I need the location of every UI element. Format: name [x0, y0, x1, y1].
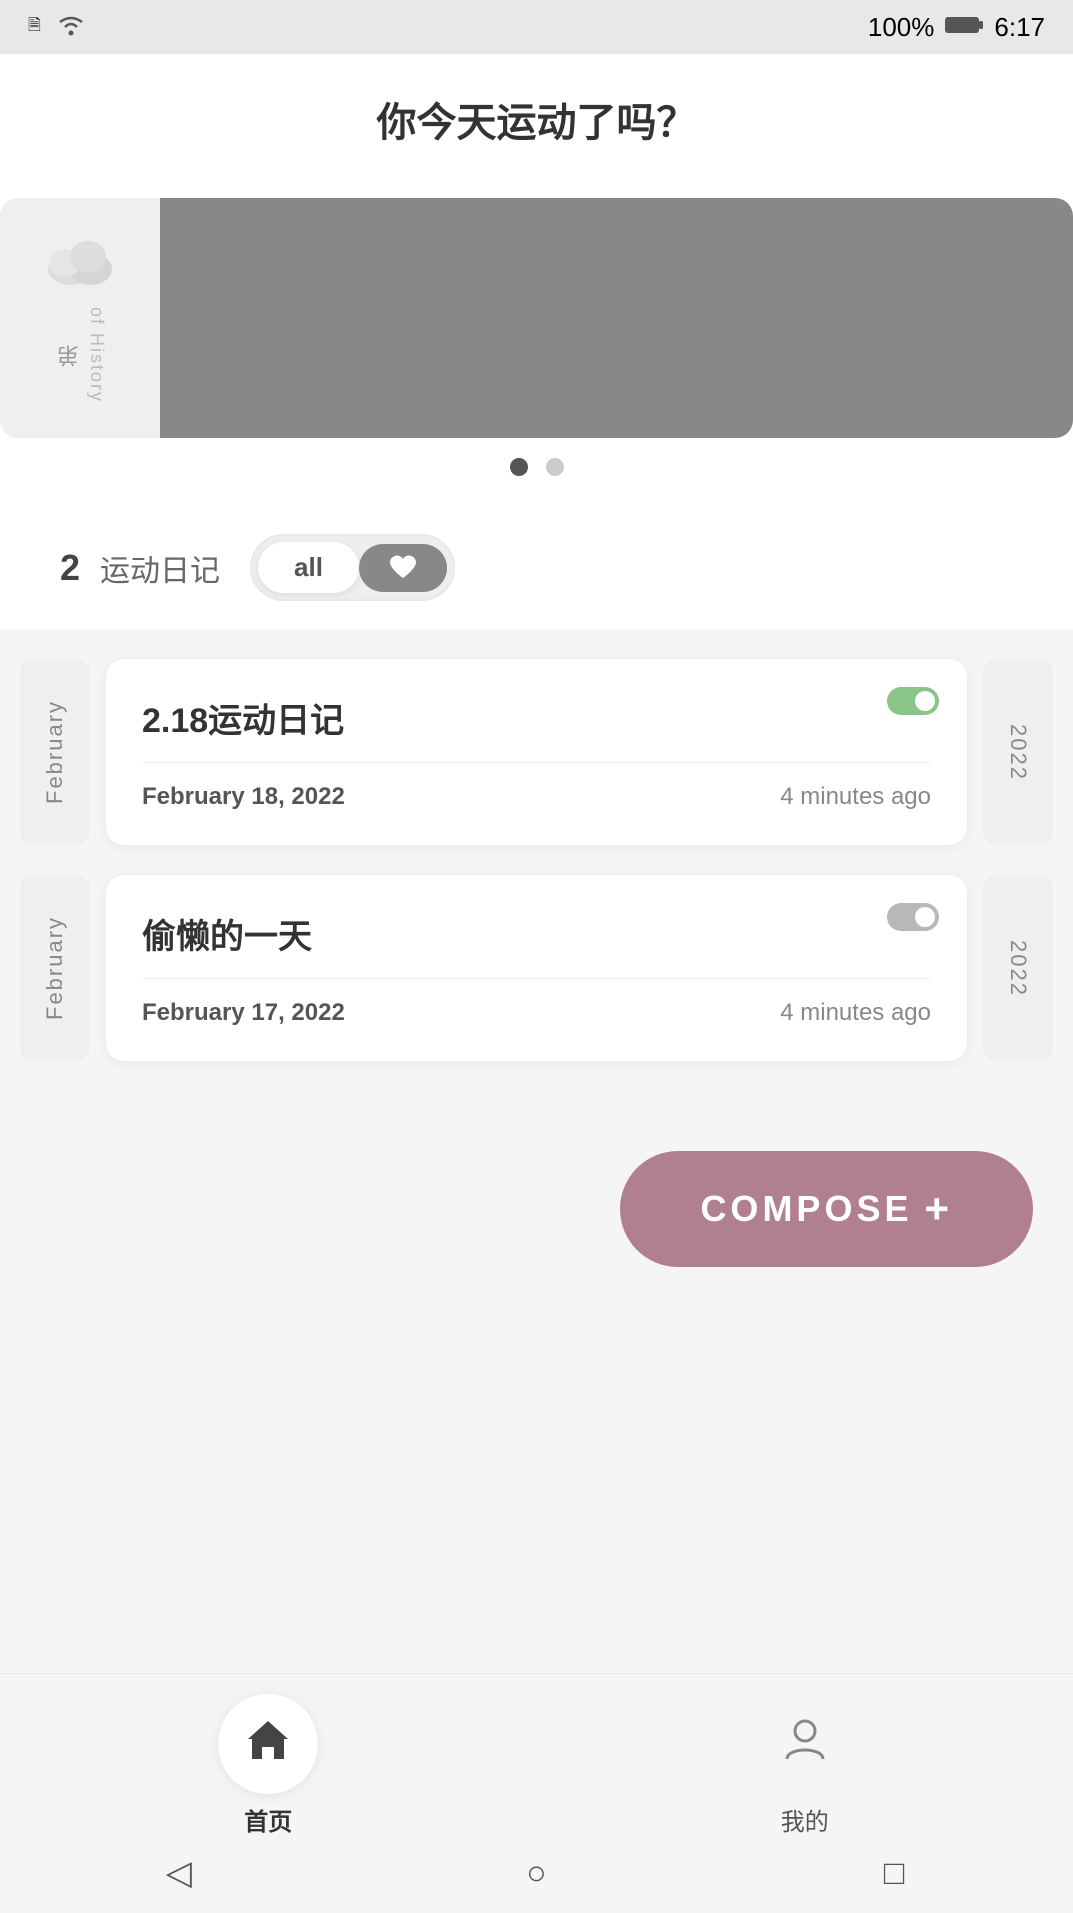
- carousel-dot-2[interactable]: [546, 458, 564, 476]
- entry-meta-2: February 17, 2022 4 minutes ago: [142, 999, 931, 1027]
- compose-plus-icon: +: [924, 1185, 953, 1233]
- nav-item-home[interactable]: 首页: [218, 1694, 318, 1837]
- carousel-label: 弟 of History: [54, 307, 107, 403]
- cloud-icon: [40, 233, 120, 299]
- entry-meta-1: February 18, 2022 4 minutes ago: [142, 783, 931, 811]
- time-display: 6:17: [994, 12, 1045, 43]
- recent-button[interactable]: □: [854, 1833, 934, 1913]
- entry-date-1: February 18, 2022: [142, 783, 345, 811]
- file-icon: 🗎: [28, 14, 41, 41]
- home-icon-wrap: [218, 1694, 318, 1794]
- entry-card-1[interactable]: 2.18运动日记 February 18, 2022 4 minutes ago: [106, 659, 967, 845]
- carousel-area: 弟 of History: [0, 178, 1073, 506]
- carousel-dots: [0, 438, 1073, 486]
- carousel-dot-1[interactable]: [510, 458, 528, 476]
- entry-divider-1: [142, 762, 931, 763]
- toggle-thumb-1: [915, 691, 935, 711]
- entry-time-2: 4 minutes ago: [780, 999, 931, 1027]
- entry-date-2: February 17, 2022: [142, 999, 345, 1027]
- table-row: February 偷懒的一天 February 17, 2022 4 minut…: [0, 875, 1073, 1061]
- entry-title-1: 2.18运动日记: [142, 693, 931, 742]
- carousel-wrapper: 弟 of History: [0, 198, 1073, 438]
- entry-divider-2: [142, 978, 931, 979]
- filter-toggle[interactable]: all: [250, 534, 455, 601]
- entry-month-left-2: February: [20, 875, 90, 1061]
- table-row: February 2.18运动日记 February 18, 2022 4 mi…: [0, 659, 1073, 845]
- entry-toggle-1[interactable]: [887, 687, 939, 715]
- bottom-nav: 首页 我的: [0, 1673, 1073, 1853]
- entry-year-right-2: 2022: [983, 875, 1053, 1061]
- back-button[interactable]: ◁: [139, 1833, 219, 1913]
- wifi-icon: [55, 14, 87, 41]
- home-icon: [244, 1717, 292, 1772]
- entry-count: 2: [60, 547, 80, 589]
- status-left-icons: 🗎: [28, 14, 87, 41]
- filter-bar: 2 运动日记 all: [0, 506, 1073, 629]
- system-nav: ◁ ○ □: [0, 1833, 1073, 1913]
- entry-year-right-1: 2022: [983, 659, 1053, 845]
- home-label: 首页: [244, 1802, 292, 1837]
- battery-percent: 100%: [868, 12, 935, 43]
- entry-title-2: 偷懒的一天: [142, 909, 931, 958]
- filter-label: 运动日记: [100, 546, 220, 590]
- toggle-thumb-2: [915, 907, 935, 927]
- carousel-left-panel: 弟 of History: [0, 198, 160, 438]
- carousel-image-panel[interactable]: [160, 198, 1073, 438]
- entry-toggle-2[interactable]: [887, 903, 939, 931]
- profile-icon: [781, 1715, 829, 1774]
- page-title: 你今天运动了吗？: [0, 54, 1073, 178]
- entry-month-left-1: February: [20, 659, 90, 845]
- compose-label: COMPOSE: [700, 1188, 912, 1230]
- home-button[interactable]: ○: [496, 1833, 576, 1913]
- nav-item-profile[interactable]: 我的: [755, 1694, 855, 1837]
- status-right-info: 100% 6:17: [868, 12, 1045, 43]
- profile-icon-wrap: [755, 1694, 855, 1794]
- entry-time-1: 4 minutes ago: [780, 783, 931, 811]
- toggle-favorites[interactable]: [359, 544, 447, 592]
- compose-area: COMPOSE +: [0, 1121, 1073, 1307]
- status-bar: 🗎 100% 6:17: [0, 0, 1073, 54]
- compose-button[interactable]: COMPOSE +: [620, 1151, 1033, 1267]
- profile-label: 我的: [781, 1802, 829, 1837]
- entries-section: February 2.18运动日记 February 18, 2022 4 mi…: [0, 629, 1073, 1121]
- battery-icon: [944, 12, 984, 43]
- toggle-all[interactable]: all: [258, 542, 359, 593]
- entry-card-2[interactable]: 偷懒的一天 February 17, 2022 4 minutes ago: [106, 875, 967, 1061]
